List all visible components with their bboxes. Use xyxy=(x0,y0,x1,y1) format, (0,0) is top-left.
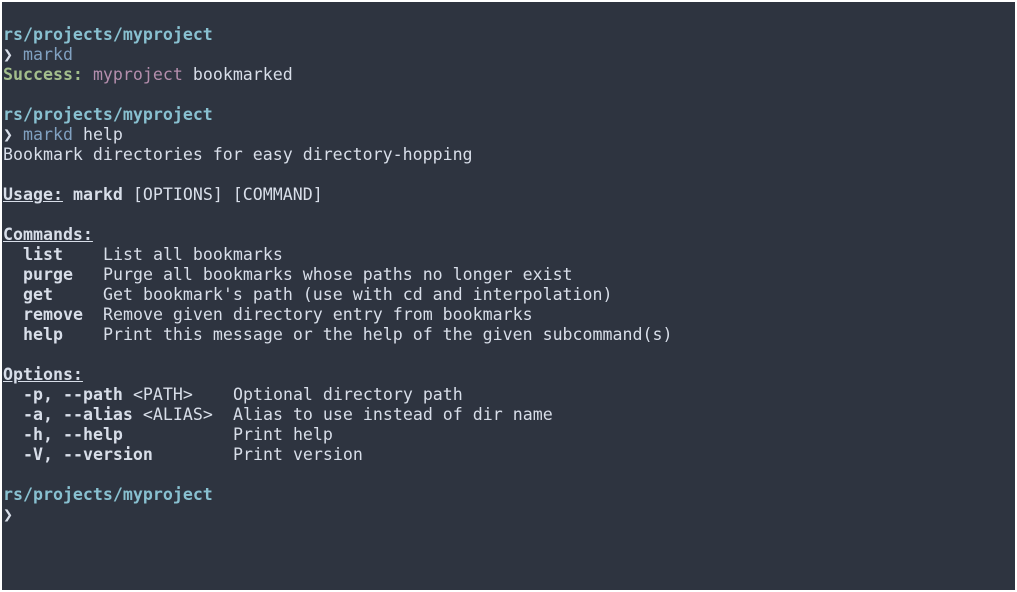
cwd-path: rs/projects/myproject xyxy=(3,105,213,124)
option-long: --version xyxy=(62,445,153,464)
command-row: get Get bookmark's path (use with cd and … xyxy=(3,285,672,305)
option-desc: Optional directory path xyxy=(233,385,463,404)
command-line: ❯ markd help xyxy=(3,125,672,145)
option-desc: Alias to use instead of dir name xyxy=(233,405,553,424)
command-argument: help xyxy=(82,125,123,144)
help-description: Bookmark directories for easy directory-… xyxy=(3,145,672,165)
option-arg: <ALIAS> xyxy=(142,405,213,424)
success-text: bookmarked xyxy=(192,65,293,84)
prompt-path-line: rs/projects/myproject xyxy=(3,485,672,505)
option-flags: -a, --alias <ALIAS> xyxy=(23,405,233,425)
option-flags: -V, --version xyxy=(23,445,233,465)
usage-binary: markd xyxy=(72,185,123,204)
success-label: Success: xyxy=(3,65,83,84)
command-desc: Get bookmark's path (use with cd and int… xyxy=(103,285,613,304)
command-name: purge xyxy=(23,265,73,284)
command-row: remove Remove given directory entry from … xyxy=(3,305,672,325)
commands-header: Commands: xyxy=(3,225,672,245)
command-desc: List all bookmarks xyxy=(103,245,283,264)
option-desc: Print version xyxy=(233,445,363,464)
terminal-window[interactable]: rs/projects/myproject ❯ markd Success: m… xyxy=(2,2,1015,590)
commands-label: Commands: xyxy=(3,225,93,244)
active-prompt-line[interactable]: ❯ xyxy=(3,505,672,525)
cwd-path: rs/projects/myproject xyxy=(3,485,213,504)
command-text: markd xyxy=(23,125,73,144)
option-short: -h, xyxy=(23,425,53,444)
command-row: purge Purge all bookmarks whose paths no … xyxy=(3,265,672,285)
command-desc: Print this message or the help of the gi… xyxy=(103,325,673,344)
usage-args: [OPTIONS] [COMMAND] xyxy=(132,185,323,204)
prompt-path-line: rs/projects/myproject xyxy=(3,105,672,125)
command-text: markd xyxy=(23,45,73,64)
command-desc: Remove given directory entry from bookma… xyxy=(103,305,533,324)
option-row: -V, --version Print version xyxy=(3,445,672,465)
command-row: list List all bookmarks xyxy=(3,245,672,265)
terminal-output: rs/projects/myproject ❯ markd Success: m… xyxy=(3,25,672,525)
usage-label: Usage: xyxy=(3,185,63,204)
description-text: Bookmark directories for easy directory-… xyxy=(3,145,473,164)
command-name: help xyxy=(23,325,63,344)
usage-line: Usage: markd [OPTIONS] [COMMAND] xyxy=(3,185,672,205)
project-name: myproject xyxy=(92,65,183,84)
command-desc: Purge all bookmarks whose paths no longe… xyxy=(103,265,573,284)
option-long: --help xyxy=(62,425,123,444)
option-arg: <PATH> xyxy=(132,385,193,404)
option-row: -h, --help Print help xyxy=(3,425,672,445)
prompt-symbol: ❯ xyxy=(3,505,13,524)
command-name: remove xyxy=(23,305,83,324)
option-flags: -h, --help xyxy=(23,425,233,445)
options-label: Options: xyxy=(3,365,83,384)
command-line: ❯ markd xyxy=(3,45,672,65)
option-flags: -p, --path <PATH> xyxy=(23,385,233,405)
option-desc: Print help xyxy=(233,425,333,444)
options-header: Options: xyxy=(3,365,672,385)
prompt-path-line: rs/projects/myproject xyxy=(3,25,672,45)
command-row: help Print this message or the help of th… xyxy=(3,325,672,345)
prompt-symbol: ❯ xyxy=(3,45,13,64)
option-short: -p, xyxy=(23,385,53,404)
option-row: -p, --path <PATH> Optional directory path xyxy=(3,385,672,405)
command-name: list xyxy=(23,245,63,264)
option-short: -a, xyxy=(23,405,53,424)
option-row: -a, --alias <ALIAS> Alias to use instead … xyxy=(3,405,672,425)
cwd-path: rs/projects/myproject xyxy=(3,25,213,44)
success-line: Success: myproject bookmarked xyxy=(3,65,672,85)
prompt-symbol: ❯ xyxy=(3,125,13,144)
option-long: --alias xyxy=(62,405,133,424)
option-long: --path xyxy=(62,385,123,404)
command-name: get xyxy=(23,285,53,304)
option-short: -V, xyxy=(23,445,53,464)
